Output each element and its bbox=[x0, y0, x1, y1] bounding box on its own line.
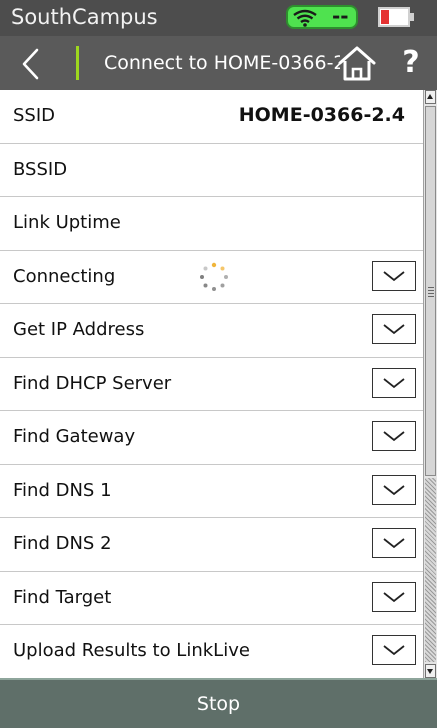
list-item-find-dhcp-server[interactable]: Find DHCP Server bbox=[0, 358, 423, 411]
row-label: SSID bbox=[13, 105, 56, 126]
spinner-icon bbox=[200, 262, 228, 291]
battery-tip bbox=[410, 13, 414, 21]
page-title: Connect to HOME-0366-2.4 bbox=[104, 52, 340, 74]
chevron-down-icon bbox=[383, 431, 405, 442]
scroll-up-arrow[interactable] bbox=[425, 90, 436, 104]
expand-button[interactable] bbox=[372, 474, 416, 505]
wifi-icon bbox=[293, 9, 317, 27]
connection-steps-list: SSID HOME-0366-2.4 BSSID Link Uptime Con… bbox=[0, 90, 423, 678]
bottom-action-bar: Stop bbox=[0, 678, 437, 728]
expand-button[interactable] bbox=[372, 260, 416, 291]
chevron-down-icon bbox=[383, 324, 405, 335]
row-label: Connecting bbox=[13, 265, 116, 287]
device-name: SouthCampus bbox=[11, 5, 158, 29]
list-item-ssid: SSID HOME-0366-2.4 bbox=[0, 90, 423, 144]
list-item-find-dns-1[interactable]: Find DNS 1 bbox=[0, 465, 423, 518]
back-button[interactable] bbox=[8, 42, 58, 86]
row-label: Upload Results to LinkLive bbox=[13, 640, 250, 661]
chevron-down-icon bbox=[383, 377, 405, 388]
chevron-down-icon bbox=[383, 538, 405, 549]
scroll-down-arrow[interactable] bbox=[425, 664, 436, 678]
scrollbar-thumb[interactable] bbox=[425, 106, 436, 476]
stop-button[interactable]: Stop bbox=[0, 680, 437, 728]
row-label: BSSID bbox=[13, 158, 68, 180]
list-item-find-gateway[interactable]: Find Gateway bbox=[0, 411, 423, 465]
home-icon bbox=[338, 46, 376, 81]
row-label: Find DNS 2 bbox=[13, 533, 112, 554]
chevron-down-icon bbox=[383, 270, 405, 281]
screen: SouthCampus -- Connect to HOME-0366-2.4 bbox=[0, 0, 437, 728]
chevron-down-icon bbox=[383, 645, 405, 656]
chevron-down-icon bbox=[383, 484, 405, 495]
expand-button[interactable] bbox=[372, 528, 416, 558]
nav-divider bbox=[76, 46, 79, 80]
expand-button[interactable] bbox=[372, 314, 416, 344]
vertical-scrollbar[interactable] bbox=[423, 90, 437, 678]
list-item-connecting[interactable]: Connecting bbox=[0, 251, 423, 304]
row-label: Find DHCP Server bbox=[13, 372, 172, 394]
wifi-status-text: -- bbox=[332, 4, 349, 28]
list-item-upload-results[interactable]: Upload Results to LinkLive bbox=[0, 625, 423, 678]
scroll-grip-icon bbox=[428, 285, 434, 297]
list-item-link-uptime: Link Uptime bbox=[0, 197, 423, 251]
list-item-bssid: BSSID bbox=[0, 144, 423, 197]
scrollbar-track[interactable] bbox=[425, 478, 436, 662]
list-item-get-ip-address[interactable]: Get IP Address bbox=[0, 304, 423, 358]
expand-button[interactable] bbox=[372, 635, 416, 665]
list-item-find-target[interactable]: Find Target bbox=[0, 572, 423, 625]
wifi-status-badge[interactable]: -- bbox=[286, 4, 358, 29]
chevron-down-icon bbox=[383, 591, 405, 602]
status-bar: SouthCampus -- bbox=[0, 0, 437, 36]
list-item-find-dns-2[interactable]: Find DNS 2 bbox=[0, 518, 423, 572]
row-label: Find Target bbox=[13, 586, 112, 608]
row-label: Find Gateway bbox=[13, 426, 136, 447]
chevron-left-icon bbox=[22, 48, 39, 80]
battery-level bbox=[381, 10, 389, 24]
home-button[interactable] bbox=[336, 44, 378, 84]
row-label: Get IP Address bbox=[13, 319, 145, 340]
battery-low-icon bbox=[378, 7, 410, 27]
row-label: Find DNS 1 bbox=[13, 479, 112, 501]
navigation-bar: Connect to HOME-0366-2.4 ? bbox=[0, 36, 437, 90]
expand-button[interactable] bbox=[372, 421, 416, 451]
help-button[interactable]: ? bbox=[396, 43, 426, 83]
expand-button[interactable] bbox=[372, 367, 416, 398]
ssid-value: HOME-0366-2.4 bbox=[238, 104, 405, 126]
row-label: Link Uptime bbox=[13, 212, 121, 233]
expand-button[interactable] bbox=[372, 581, 416, 612]
